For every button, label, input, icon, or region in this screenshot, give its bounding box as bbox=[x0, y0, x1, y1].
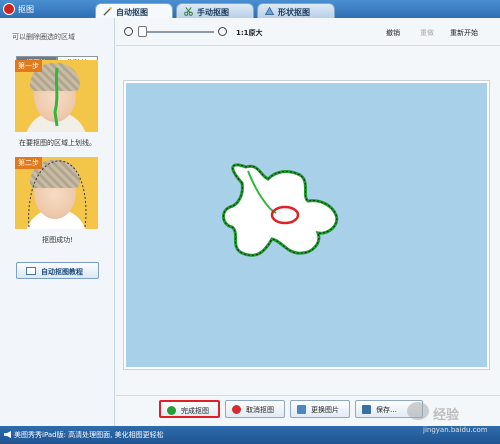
step-two-caption: 抠图成功! bbox=[42, 236, 73, 244]
tutorial-button-label: 自动抠图教程 bbox=[41, 268, 83, 276]
app-logo-icon bbox=[3, 3, 15, 15]
zoom-out-icon[interactable] bbox=[124, 27, 133, 36]
tab-manual-cutout[interactable]: 手动抠图 bbox=[176, 3, 254, 18]
actual-size-button[interactable]: 1:1原大 bbox=[236, 28, 263, 38]
cancel-cutout-label: 取消抠图 bbox=[246, 406, 274, 414]
flower-shape-image bbox=[222, 163, 339, 257]
tab-auto-cutout-label: 自动抠图 bbox=[116, 8, 148, 17]
status-text: 美图秀秀iPad版: 高清处理图面, 美化相图更轻松 bbox=[14, 431, 164, 439]
step-two-image: 第二步 bbox=[15, 157, 98, 229]
zoom-slider-track[interactable] bbox=[138, 31, 214, 33]
tab-auto-cutout[interactable]: 自动抠图 bbox=[95, 3, 173, 19]
close-icon bbox=[232, 405, 241, 414]
tab-shape-cutout[interactable]: 形状抠图 bbox=[257, 3, 335, 18]
restart-button[interactable]: 重新开始 bbox=[450, 28, 478, 38]
watermark-brand: 经验 bbox=[433, 408, 460, 423]
check-icon bbox=[167, 406, 176, 415]
step-two-tag: 第二步 bbox=[15, 157, 42, 169]
save-icon bbox=[362, 405, 371, 414]
redo-button[interactable]: 重做 bbox=[420, 28, 434, 38]
shape-icon bbox=[265, 7, 274, 16]
replace-image-label: 更换图片 bbox=[311, 406, 339, 414]
step-one-caption: 在要抠图的区域上划线。 bbox=[19, 139, 96, 147]
wand-icon bbox=[103, 7, 112, 16]
toolbar: 1:1原大 撤销 重做 重新开始 bbox=[116, 18, 500, 46]
zoom-in-icon[interactable] bbox=[218, 27, 227, 36]
cancel-cutout-button[interactable]: 取消抠图 bbox=[225, 400, 285, 418]
tab-manual-cutout-label: 手动抠图 bbox=[197, 8, 229, 17]
step-one-tag: 第一步 bbox=[15, 60, 42, 72]
scissors-icon bbox=[184, 7, 193, 16]
undo-button[interactable]: 撤销 bbox=[386, 28, 400, 38]
replace-image-button[interactable]: 更换图片 bbox=[290, 400, 350, 418]
step-one-image: 第一步 bbox=[15, 60, 98, 132]
watermark-url: jingyan.baidu.com bbox=[423, 426, 488, 434]
done-cutout-label: 完成抠图 bbox=[181, 407, 209, 415]
zoom-slider-handle[interactable] bbox=[138, 26, 147, 37]
tutorial-button[interactable]: 自动抠图教程 bbox=[16, 262, 99, 279]
tab-shape-cutout-label: 形状抠图 bbox=[278, 8, 310, 17]
done-cutout-button[interactable]: 完成抠图 bbox=[159, 400, 220, 418]
watermark: 经验 jingyan.baidu.com bbox=[405, 398, 500, 438]
window-title: 抠图 bbox=[18, 5, 34, 14]
image-canvas[interactable] bbox=[126, 83, 487, 367]
paw-icon bbox=[407, 402, 429, 420]
brush-hint: 可以删除圈选的区域 bbox=[12, 33, 75, 41]
save-label: 保存… bbox=[376, 406, 397, 414]
book-icon bbox=[26, 267, 36, 275]
speaker-icon bbox=[4, 431, 11, 438]
image-icon bbox=[297, 405, 306, 414]
selection-outline bbox=[222, 163, 339, 257]
